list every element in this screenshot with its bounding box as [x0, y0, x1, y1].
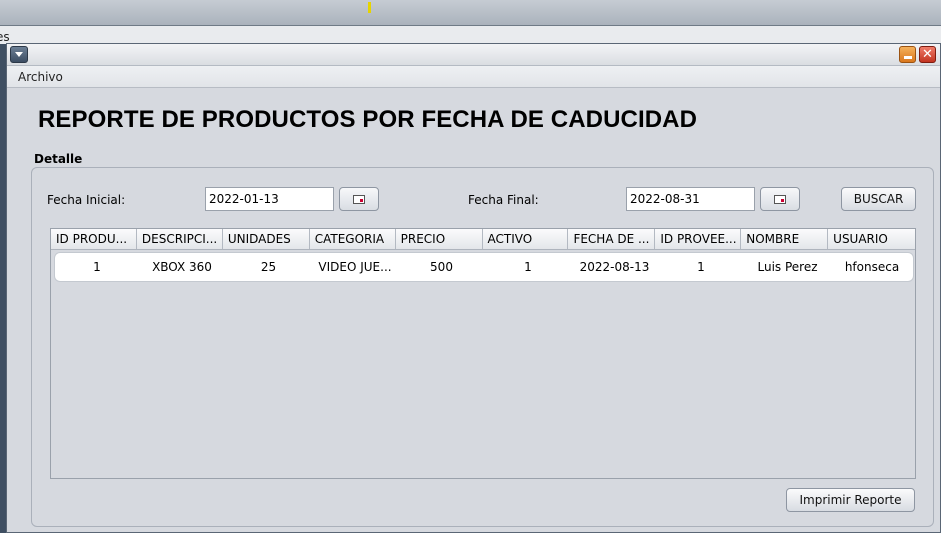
column-header[interactable]: UNIDADES [223, 229, 310, 249]
start-date-label: Fecha Inicial: [47, 193, 126, 207]
table-cell: VIDEO JUE... [318, 260, 392, 274]
print-report-button[interactable]: Imprimir Reporte [786, 488, 915, 512]
menu-archivo[interactable]: Archivo [18, 70, 63, 84]
table-cell: 1 [697, 260, 705, 274]
background-marker [368, 2, 371, 13]
report-window: ✕ Archivo REPORTE DE PRODUCTOS POR FECHA… [6, 43, 941, 533]
minimize-icon[interactable] [899, 46, 916, 63]
table-cell: hfonseca [844, 260, 900, 274]
end-date-calendar-button[interactable] [760, 187, 800, 211]
content-panel: REPORTE DE PRODUCTOS POR FECHA DE CADUCI… [7, 88, 940, 532]
system-menu-icon[interactable] [10, 46, 28, 63]
column-header[interactable]: DESCRIPCI... [137, 229, 223, 249]
search-button[interactable]: BUSCAR [841, 187, 916, 211]
background-partial-label: es [0, 30, 10, 44]
close-icon[interactable]: ✕ [919, 46, 936, 63]
menu-bar: Archivo [7, 66, 940, 88]
background-strip [0, 26, 941, 44]
window-titlebar[interactable]: ✕ [7, 44, 940, 66]
table-cell: 2022-08-13 [579, 260, 650, 274]
group-label: Detalle [34, 152, 83, 166]
table-header: ID PRODU... DESCRIPCI... UNIDADES CATEGO… [51, 229, 915, 250]
start-date-field[interactable]: 2022-01-13 [205, 187, 334, 211]
column-header[interactable]: CATEGORIA [310, 229, 396, 249]
detail-group: Fecha Inicial: 2022-01-13 Fecha Final: 2… [31, 167, 934, 527]
products-table[interactable]: ID PRODU... DESCRIPCI... UNIDADES CATEGO… [50, 228, 916, 479]
column-header[interactable]: USUARIO [828, 229, 915, 249]
column-header[interactable]: PRECIO [396, 229, 483, 249]
column-header[interactable]: ID PROVEE... [655, 229, 742, 249]
column-header[interactable]: FECHA DE ... [568, 229, 656, 249]
start-date-calendar-button[interactable] [339, 187, 379, 211]
calendar-icon [774, 194, 786, 204]
column-header[interactable]: ACTIVO [483, 229, 569, 249]
table-cell: 500 [430, 260, 453, 274]
page-title: REPORTE DE PRODUCTOS POR FECHA DE CADUCI… [38, 106, 698, 133]
end-date-label: Fecha Final: [468, 193, 539, 207]
table-cell: 1 [524, 260, 532, 274]
table-cell: 25 [260, 260, 277, 274]
table-cell: 1 [93, 260, 101, 274]
table-cell: XBOX 360 [152, 260, 212, 274]
table-row[interactable]: 1 XBOX 360 25 VIDEO JUE... 500 1 2022-08… [54, 252, 914, 282]
column-header[interactable]: NOMBRE [741, 229, 829, 249]
end-date-field[interactable]: 2022-08-31 [626, 187, 755, 211]
column-header[interactable]: ID PRODU... [51, 229, 137, 249]
background-toolbar [0, 0, 941, 26]
calendar-icon [353, 194, 365, 204]
table-cell: Luis Perez [757, 260, 818, 274]
